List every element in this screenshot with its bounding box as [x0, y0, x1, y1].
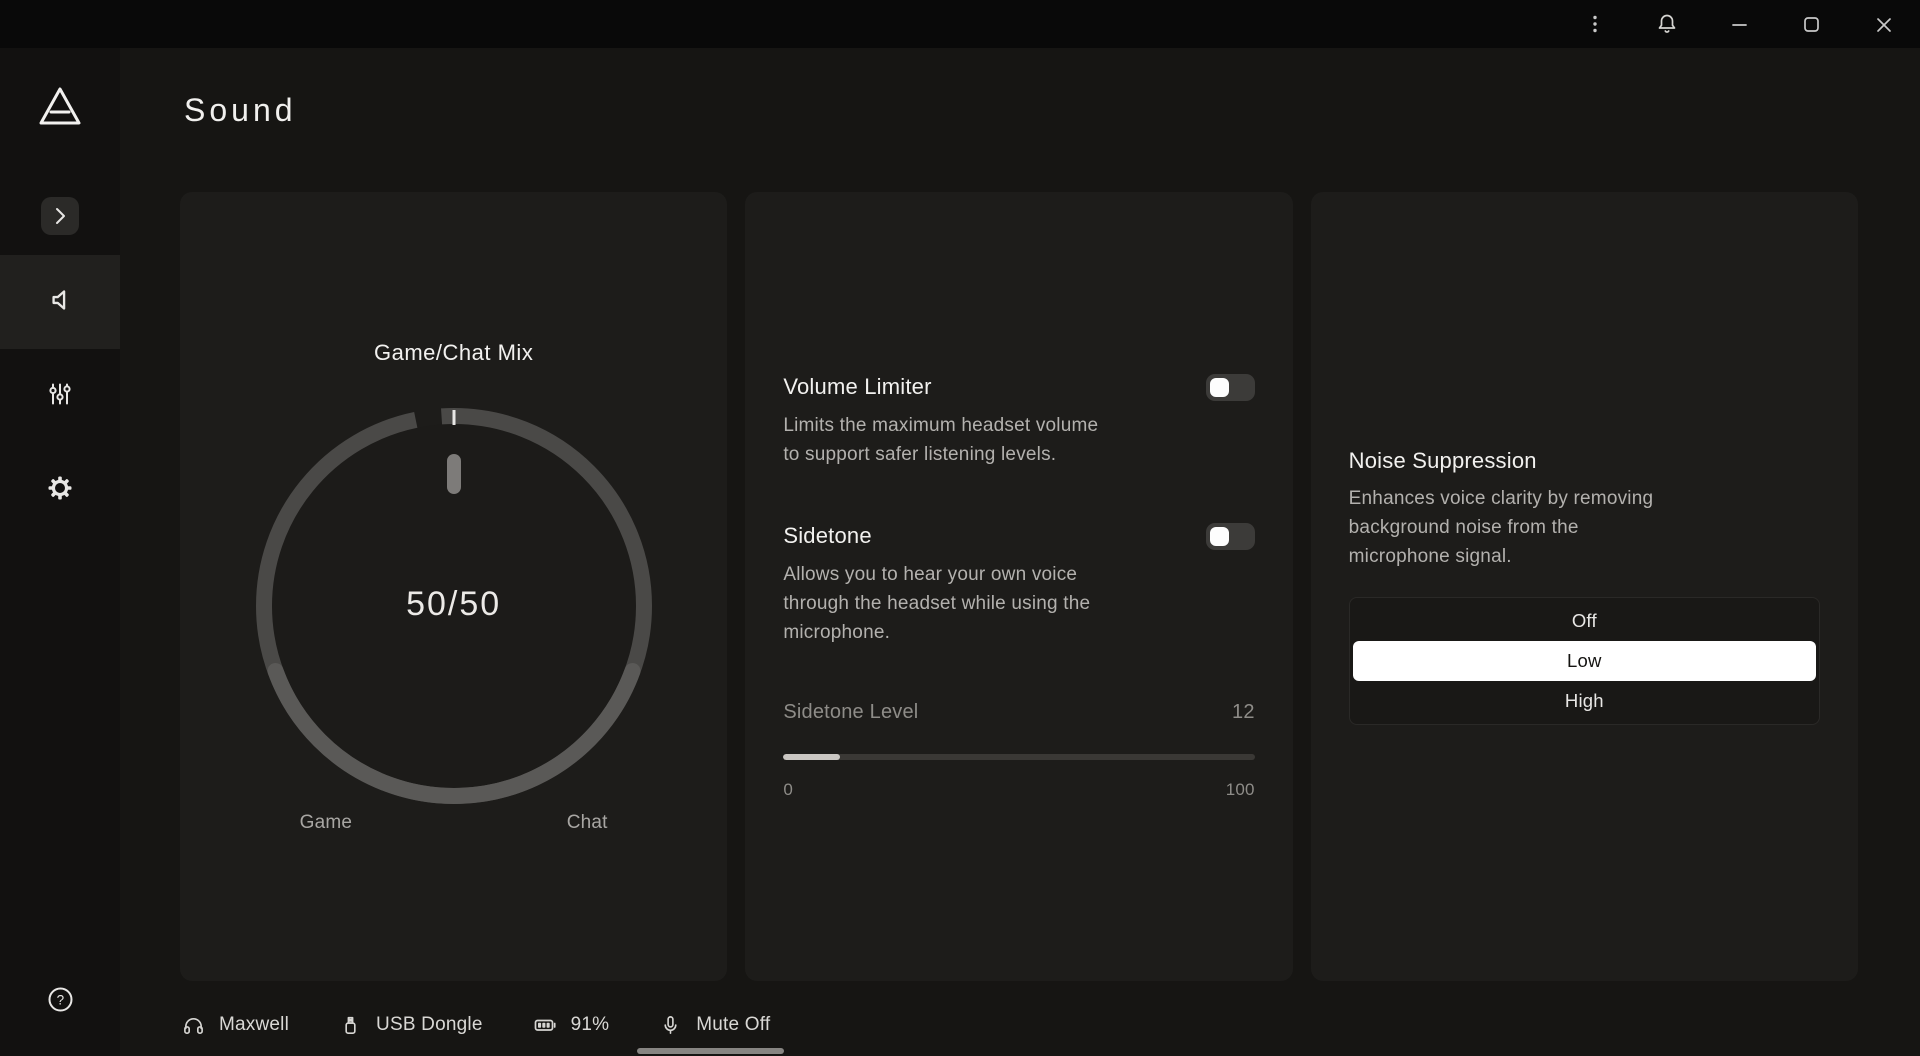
microphone-icon: [659, 1014, 682, 1037]
equalizer-icon: [47, 381, 73, 412]
volume-limiter-description: Limits the maximum headset volume to sup…: [783, 411, 1098, 469]
sidebar: ?: [0, 48, 120, 1056]
speaker-icon: [46, 286, 74, 319]
sidetone-description: Allows you to hear your own voice throug…: [783, 560, 1098, 647]
noise-option-high[interactable]: High: [1353, 681, 1816, 721]
sidetone-level-slider[interactable]: [783, 754, 1254, 760]
chat-label: Chat: [567, 812, 608, 834]
main-content: Sound Game/Chat Mix 50/50 Game: [120, 48, 1920, 1056]
statusbar: Maxwell USB Dongle: [180, 1011, 1858, 1039]
battery-icon: [533, 1013, 557, 1037]
sidetone-slider-fill: [783, 754, 840, 760]
dial-labels: Game Chat: [254, 812, 654, 834]
kebab-menu-icon[interactable]: [1580, 9, 1610, 39]
maximize-icon[interactable]: [1796, 9, 1826, 39]
sidetone-level-value: 12: [1232, 701, 1255, 724]
status-battery: 91%: [533, 1013, 610, 1037]
sidetone-label: Sidetone: [783, 523, 871, 549]
sidetone-toggle[interactable]: [1206, 523, 1255, 550]
mix-dial[interactable]: 50/50: [254, 406, 654, 806]
close-icon[interactable]: [1868, 9, 1898, 39]
game-label: Game: [300, 812, 353, 834]
sidetone-level-label: Sidetone Level: [783, 701, 918, 724]
help-icon: ?: [47, 1000, 74, 1017]
volume-limiter-block: Volume Limiter Limits the maximum headse…: [783, 374, 1254, 469]
toggle-knob: [1210, 378, 1229, 397]
svg-text:?: ?: [56, 992, 64, 1007]
status-connection: USB Dongle: [339, 1014, 483, 1037]
mix-value: 50/50: [254, 584, 654, 623]
minimize-icon[interactable]: [1724, 9, 1754, 39]
status-mute: Mute Off: [659, 1014, 770, 1037]
volume-limiter-toggle[interactable]: [1206, 374, 1255, 401]
cards-row: Game/Chat Mix 50/50 Game Chat: [180, 192, 1858, 981]
noise-option-low[interactable]: Low: [1353, 641, 1816, 681]
sidetone-level-max: 100: [1226, 780, 1255, 800]
app-logo: [36, 82, 84, 135]
game-chat-mix-card: Game/Chat Mix 50/50 Game Chat: [180, 192, 727, 981]
usb-dongle-icon: [339, 1014, 362, 1037]
sidebar-nav: [0, 255, 120, 537]
sidebar-item-sound[interactable]: [0, 255, 120, 349]
sidetone-level-min: 0: [783, 780, 793, 800]
status-device: Maxwell: [182, 1014, 289, 1037]
volume-limiter-label: Volume Limiter: [783, 374, 931, 400]
connection-type: USB Dongle: [376, 1014, 483, 1036]
sidetone-level-block: Sidetone Level 12 0 100: [783, 701, 1254, 800]
sidetone-block: Sidetone Allows you to hear your own voi…: [783, 523, 1254, 647]
noise-suppression-title: Noise Suppression: [1349, 448, 1820, 474]
noise-suppression-description: Enhances voice clarity by removing backg…: [1349, 484, 1679, 571]
titlebar: [0, 0, 1920, 48]
noise-option-off[interactable]: Off: [1353, 601, 1816, 641]
sidebar-item-equalizer[interactable]: [0, 349, 120, 443]
bell-icon[interactable]: [1652, 9, 1682, 39]
headphones-icon: [182, 1014, 205, 1037]
noise-suppression-control: Off Low High: [1349, 597, 1820, 725]
page-title: Sound: [184, 90, 1858, 130]
sound-settings-card: Volume Limiter Limits the maximum headse…: [745, 192, 1292, 981]
help-button[interactable]: ?: [47, 986, 74, 1018]
mix-title: Game/Chat Mix: [374, 340, 533, 366]
device-name: Maxwell: [219, 1014, 289, 1036]
mic-status: Mute Off: [696, 1014, 770, 1036]
noise-suppression-card: Noise Suppression Enhances voice clarity…: [1311, 192, 1858, 981]
horizontal-scrollbar-thumb[interactable]: [637, 1048, 784, 1054]
dial-indicator: [447, 454, 461, 494]
battery-level: 91%: [571, 1014, 610, 1036]
toggle-knob: [1210, 527, 1229, 546]
gear-icon: [47, 475, 73, 506]
sidebar-item-settings[interactable]: [0, 443, 120, 537]
sidetone-level-range: 0 100: [783, 780, 1254, 800]
sidebar-expand-button[interactable]: [41, 197, 79, 235]
